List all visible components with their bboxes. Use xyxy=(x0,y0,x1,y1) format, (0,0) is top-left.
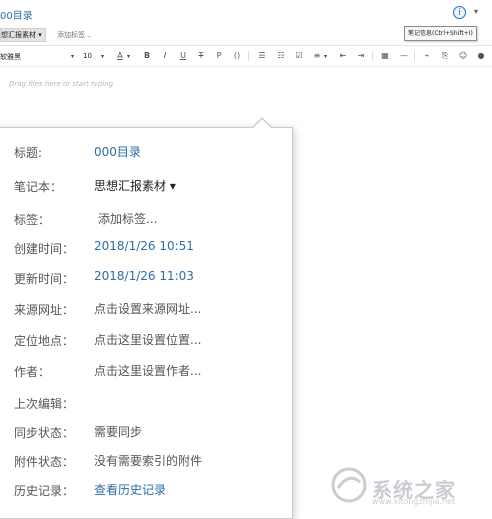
notebook-dropdown[interactable]: 思想汇报素材 ▾ xyxy=(94,177,176,194)
title-label: 标题: xyxy=(14,146,43,160)
divider xyxy=(248,51,249,61)
popover-arrow-inner xyxy=(253,119,271,128)
location-label: 定位地点： xyxy=(14,334,75,348)
more-icon[interactable]: ● xyxy=(476,51,486,61)
author-label: 作者： xyxy=(14,365,51,379)
note-header: 00目录 i ▾ xyxy=(0,0,492,26)
watermark-logo xyxy=(331,467,367,503)
add-tag-input[interactable]: 添加标签... xyxy=(98,210,157,227)
attachment-icon[interactable]: ⎘ xyxy=(440,51,450,61)
tooltip: 笔记信息(Ctrl+Shift+I) xyxy=(404,26,477,41)
font-size-select[interactable]: 10 xyxy=(83,52,92,60)
history-link[interactable]: 查看历史记录 xyxy=(94,481,166,498)
horizontal-rule-icon[interactable]: — xyxy=(399,51,409,61)
info-icon[interactable]: i xyxy=(453,6,466,19)
location-input[interactable]: 点击这里设置位置... xyxy=(94,331,201,348)
sync-status-label: 同步状态： xyxy=(14,426,75,440)
history-label: 历史记录： xyxy=(14,484,75,498)
text-color-icon[interactable]: A xyxy=(115,51,125,61)
created-label: 创建时间： xyxy=(14,242,75,256)
highlight-icon[interactable]: P xyxy=(214,51,224,61)
align-icon[interactable]: ≡ xyxy=(312,51,322,61)
bold-icon[interactable]: B xyxy=(142,51,152,61)
underline-icon[interactable]: U xyxy=(178,51,188,61)
attachment-status-label: 附件状态： xyxy=(14,455,75,469)
chevron-down-icon[interactable]: ▾ xyxy=(71,53,74,60)
author-input[interactable]: 点击这里设置作者... xyxy=(94,362,201,379)
checkbox-icon[interactable]: ☑ xyxy=(294,51,304,61)
emoji-icon[interactable]: ☺ xyxy=(458,51,468,61)
divider xyxy=(372,51,373,61)
divider xyxy=(414,51,415,61)
chevron-down-icon[interactable]: ▾ xyxy=(127,53,130,60)
tags-label: 标签： xyxy=(14,213,51,227)
font-family-value: 软雅黑 xyxy=(0,53,21,61)
code-icon[interactable]: () xyxy=(232,51,242,61)
created-value: 2018/1/26 10:51 xyxy=(94,239,194,253)
title-value[interactable]: 000目录 xyxy=(94,143,141,160)
indent-icon[interactable]: ⇥ xyxy=(356,51,366,61)
sync-status-value: 需要同步 xyxy=(94,425,143,439)
attachment-status-value: 没有需要索引的附件 xyxy=(94,454,203,468)
updated-label: 更新时间： xyxy=(14,272,75,286)
updated-value: 2018/1/26 11:03 xyxy=(94,269,194,283)
source-url-label: 来源网址： xyxy=(14,303,75,317)
link-icon[interactable]: ⌁ xyxy=(422,51,432,61)
editor-placeholder[interactable]: Drag files here or start typing xyxy=(9,80,113,88)
chevron-down-icon[interactable]: ▾ xyxy=(101,53,104,60)
watermark-url: www.xitongzhijia.net xyxy=(372,497,456,506)
numbered-list-icon[interactable]: ☷ xyxy=(276,51,286,61)
outdent-icon[interactable]: ⇤ xyxy=(338,51,348,61)
notebook-label: 笔记本： xyxy=(14,180,63,194)
divider xyxy=(0,66,492,67)
note-title[interactable]: 00目录 xyxy=(0,7,33,22)
chevron-down-icon[interactable]: ▾ xyxy=(324,53,327,60)
format-toolbar: 软雅黑 ▾ 10 ▾ A ▾ B I U T P () ☰ ☷ ☑ ≡ ▾ ⇤ … xyxy=(0,46,492,66)
font-family-select[interactable]: 软雅黑 xyxy=(0,52,21,62)
bullet-list-icon[interactable]: ☰ xyxy=(257,51,267,61)
last-edit-label: 上次编辑： xyxy=(14,397,75,411)
table-icon[interactable]: ▦ xyxy=(380,51,390,61)
chevron-down-icon[interactable]: ▾ xyxy=(474,7,478,16)
strikethrough-icon[interactable]: T xyxy=(196,51,206,61)
add-tag-link[interactable]: 添加标签... xyxy=(57,30,92,40)
italic-icon[interactable]: I xyxy=(160,51,170,61)
notebook-selector[interactable]: 想汇报素材 ▾ xyxy=(0,28,46,42)
source-url-input[interactable]: 点击设置来源网址... xyxy=(94,300,201,317)
